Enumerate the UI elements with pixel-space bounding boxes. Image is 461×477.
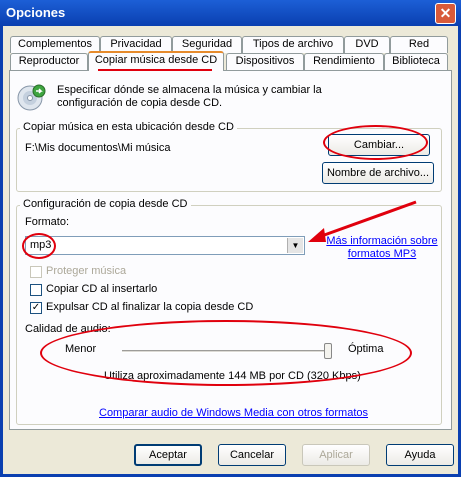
format-select[interactable]: mp3 ▼ [25,236,305,255]
rip-location-path: F:\Mis documentos\Mi música [25,142,171,154]
eject-after-copy-label: Expulsar CD al finalizar la copia desde … [46,301,254,313]
copy-on-insert-checkbox[interactable] [30,284,42,296]
compare-formats-link[interactable]: Comparar audio de Windows Media con otro… [99,407,368,419]
tab-copiar-musica[interactable]: Copiar música desde CD [88,51,224,71]
file-name-button[interactable]: Nombre de archivo... [322,162,434,184]
quality-slider-track[interactable] [122,350,332,353]
tab-rendimiento[interactable]: Rendimiento [304,53,384,70]
quality-min-label: Menor [65,343,97,355]
format-label: Formato: [25,216,70,228]
settings-group-legend: Configuración de copia desde CD [20,198,191,210]
change-location-button[interactable]: Cambiar... [328,134,430,156]
protect-music-checkbox[interactable] [30,266,42,278]
quality-max-label: Óptima [348,343,384,355]
tab-tipos-de-archivo[interactable]: Tipos de archivo [242,36,344,53]
tab-underline-annotation [98,69,212,71]
tab-complementos[interactable]: Complementos [10,36,100,53]
window-title: Opciones [6,5,66,20]
apply-button[interactable]: Aplicar [302,444,370,466]
tab-dispositivos[interactable]: Dispositivos [226,53,304,70]
cancel-button[interactable]: Cancelar [218,444,286,466]
page-description: Especificar dónde se almacena la música … [57,84,322,109]
tab-dvd[interactable]: DVD [344,36,390,53]
tab-red[interactable]: Red [390,36,448,53]
cd-copy-icon [16,82,46,112]
eject-after-copy-checkbox[interactable]: ✓ [30,302,42,314]
tab-biblioteca[interactable]: Biblioteca [384,53,448,70]
format-select-value: mp3 [30,239,52,251]
tab-reproductor[interactable]: Reproductor [10,53,88,70]
copy-on-insert-label: Copiar CD al insertarlo [46,283,158,295]
close-button[interactable]: ✕ [435,3,456,24]
audio-quality-label: Calidad de audio: [25,323,111,335]
quality-note: Utiliza aproximadamente 144 MB por CD (3… [104,370,361,382]
chevron-down-icon[interactable]: ▼ [287,238,303,253]
ok-button[interactable]: Aceptar [134,444,202,466]
protect-music-label: Proteger música [46,265,127,277]
location-group-legend: Copiar música en esta ubicación desde CD [20,121,237,133]
title-bar [0,0,461,26]
arrow-annotation [306,198,418,248]
quality-slider-thumb[interactable] [324,343,332,359]
help-button[interactable]: Ayuda [386,444,454,466]
